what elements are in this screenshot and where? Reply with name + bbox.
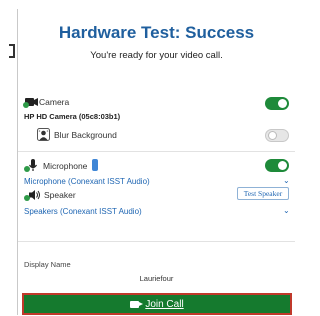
hardware-test-panel: Hardware Test: Success You're ready for … — [17, 9, 295, 315]
microphone-toggle[interactable] — [265, 159, 289, 172]
display-name-label: Display Name — [24, 260, 71, 269]
speaker-select-value: Speakers (Conexant ISST Audio) — [24, 207, 142, 216]
divider — [18, 241, 295, 242]
blur-toggle-knob — [268, 131, 277, 140]
speaker-icon — [24, 190, 40, 201]
divider — [18, 151, 295, 152]
blur-background-label: Blur Background — [54, 130, 117, 140]
microphone-toggle-knob — [278, 161, 287, 170]
microphone-icon — [24, 159, 37, 172]
blur-background-toggle[interactable] — [265, 129, 289, 142]
display-name-input[interactable]: Lauriefour — [18, 274, 295, 283]
chevron-down-icon: ⌄ — [283, 206, 290, 215]
page-subtitle: You're ready for your video call. — [90, 50, 223, 61]
page-title: Hardware Test: Success — [58, 23, 255, 42]
camera-device-name: HP HD Camera (05c8:03b1) — [24, 112, 121, 121]
window-edge-marker — [9, 44, 15, 58]
speaker-label: Speaker — [44, 190, 76, 200]
microphone-select-value: Microphone (Conexant ISST Audio) — [24, 177, 150, 186]
camera-label: Camera — [39, 97, 70, 107]
video-camera-icon — [130, 300, 144, 308]
chevron-down-icon: ⌄ — [283, 176, 290, 185]
test-speaker-button[interactable]: Test Speaker — [237, 187, 289, 200]
camera-toggle[interactable] — [265, 97, 289, 110]
speaker-select[interactable]: Speakers (Conexant ISST Audio) ⌄ — [18, 205, 295, 219]
camera-icon — [23, 98, 38, 108]
microphone-level-meter — [92, 159, 98, 171]
camera-toggle-knob — [278, 99, 287, 108]
blur-background-icon — [37, 128, 50, 141]
microphone-label: Microphone — [43, 161, 88, 171]
join-call-label: Join Call — [145, 298, 184, 310]
join-call-button[interactable]: Join Call — [22, 293, 292, 315]
